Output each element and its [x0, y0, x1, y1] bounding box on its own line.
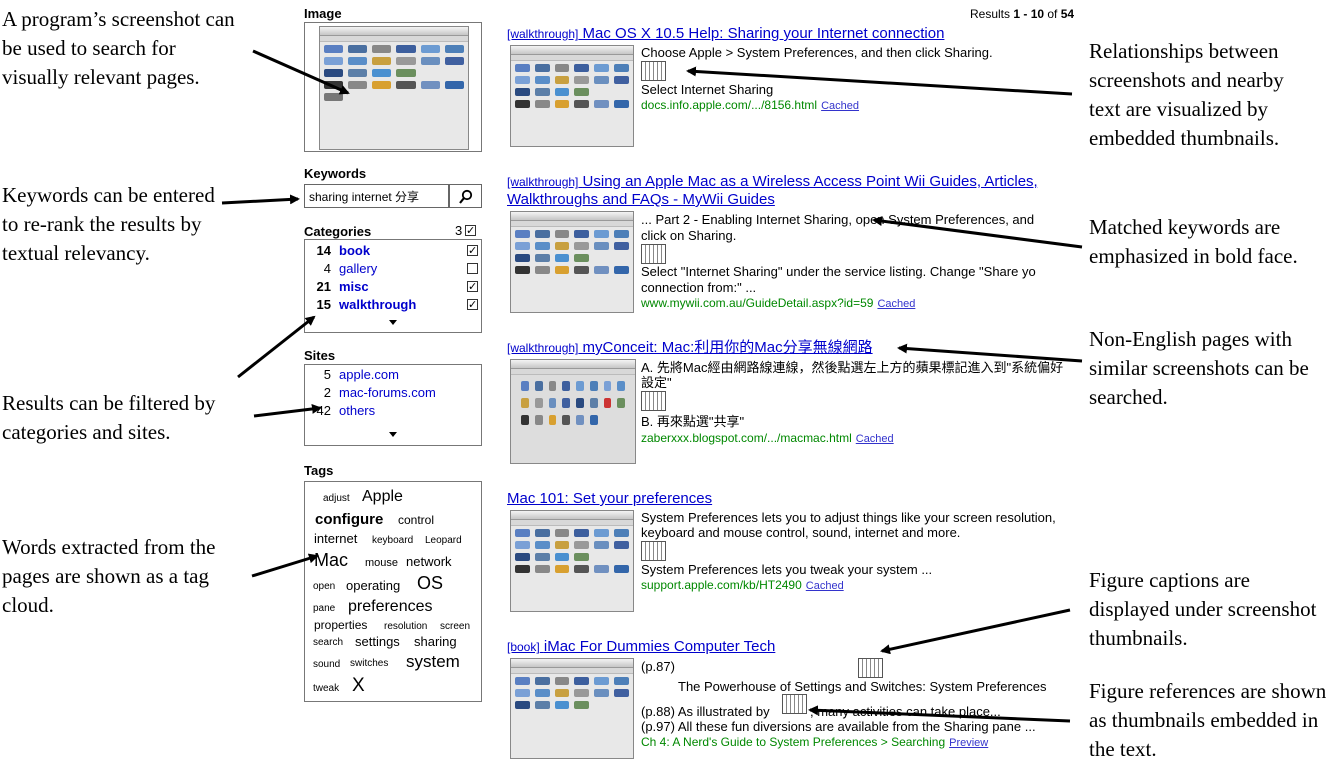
- arrow: [221, 194, 300, 205]
- arrow: [252, 49, 350, 95]
- arrow: [253, 403, 322, 418]
- arrow: [808, 705, 1071, 723]
- arrow: [237, 315, 316, 379]
- arrow: [880, 608, 1071, 655]
- arrow: [897, 343, 1083, 363]
- arrow: [686, 66, 1073, 96]
- arrow: [251, 553, 319, 578]
- annotation-arrows: [221, 49, 1083, 723]
- arrow: [872, 216, 1083, 249]
